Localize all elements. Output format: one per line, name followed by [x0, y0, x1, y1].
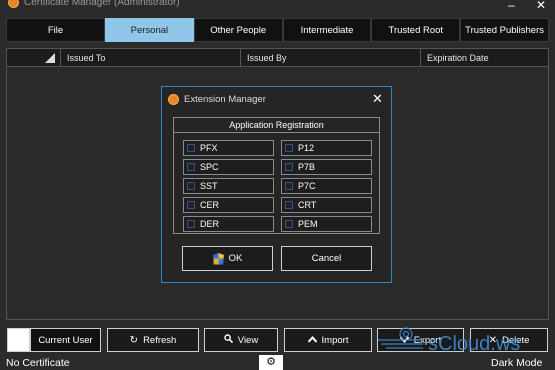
application-registration-group: Application Registration PFX P12 SPC P7B… — [173, 117, 380, 234]
store-tabs: File Personal Other People Intermediate … — [6, 18, 549, 42]
window-title: Certificate Manager (Administrator) — [24, 0, 180, 8]
extension-p12-checkbox[interactable]: P12 — [281, 140, 372, 156]
extension-cer-checkbox[interactable]: CER — [183, 197, 274, 213]
view-label: View — [237, 334, 259, 346]
ok-button[interactable]: OK — [182, 246, 273, 271]
certificate-icon — [168, 94, 179, 105]
ok-label: OK — [228, 253, 243, 264]
extension-label: PEM — [298, 219, 318, 229]
watermark-text: sCloud.ws — [428, 333, 520, 355]
app-icon — [8, 0, 19, 8]
select-all-column[interactable] — [7, 49, 61, 66]
extension-spc-checkbox[interactable]: SPC — [183, 159, 274, 175]
checkbox[interactable] — [285, 220, 293, 228]
tab-file[interactable]: File — [6, 18, 105, 42]
uac-shield-icon — [212, 252, 224, 265]
extension-label: CER — [200, 200, 220, 210]
refresh-label: Refresh — [143, 334, 177, 346]
checkbox[interactable] — [187, 201, 195, 209]
extension-label: PFX — [200, 143, 218, 153]
extension-label: P7B — [298, 162, 316, 172]
extension-p7b-checkbox[interactable]: P7B — [281, 159, 372, 175]
extension-manager-dialog: Extension Manager ✕ Application Registra… — [161, 86, 392, 283]
checkbox[interactable] — [285, 163, 293, 171]
search-icon — [224, 334, 233, 346]
gear-icon: ⚙ — [266, 356, 276, 368]
grid-header: Issued To Issued By Expiration Date — [7, 49, 548, 67]
current-user-button[interactable]: Current User — [30, 328, 101, 352]
checkbox[interactable] — [187, 144, 195, 152]
extension-crt-checkbox[interactable]: CRT — [281, 197, 372, 213]
extension-sst-checkbox[interactable]: SST — [183, 178, 274, 194]
tab-trusted-root[interactable]: Trusted Root — [371, 18, 461, 42]
title-bar: Certificate Manager (Administrator) – ✕ — [0, 0, 555, 16]
sort-corner-icon — [45, 52, 55, 63]
extension-label: DER — [200, 219, 220, 229]
refresh-button[interactable]: ↻ Refresh — [107, 328, 199, 352]
extension-p7c-checkbox[interactable]: P7C — [281, 178, 372, 194]
checkbox[interactable] — [187, 182, 195, 190]
tab-intermediate[interactable]: Intermediate — [282, 18, 372, 42]
view-button[interactable]: View — [204, 328, 278, 352]
chevron-up-icon — [307, 335, 317, 346]
column-issued-to[interactable]: Issued To — [61, 49, 241, 66]
checkbox[interactable] — [285, 144, 293, 152]
extension-der-checkbox[interactable]: DER — [183, 216, 274, 232]
extension-label: SST — [200, 181, 218, 191]
tab-trusted-publishers[interactable]: Trusted Publishers — [460, 18, 549, 42]
dialog-title: Extension Manager — [184, 94, 266, 105]
dialog-close-button[interactable]: ✕ — [372, 92, 383, 105]
group-title: Application Registration — [174, 118, 379, 133]
extension-pfx-checkbox[interactable]: PFX — [183, 140, 274, 156]
extension-label: CRT — [298, 200, 317, 210]
import-button[interactable]: Import — [284, 328, 372, 352]
import-label: Import — [321, 334, 349, 346]
checkbox[interactable] — [187, 163, 195, 171]
status-certificate: No Certificate — [6, 357, 70, 369]
settings-button[interactable]: ⚙ — [259, 355, 283, 370]
extension-label: SPC — [200, 162, 219, 172]
extension-label: P12 — [298, 143, 315, 153]
checkbox[interactable] — [285, 182, 293, 190]
checkbox[interactable] — [285, 201, 293, 209]
status-theme: Dark Mode — [491, 357, 543, 369]
store-location-toggle[interactable] — [7, 328, 30, 352]
column-issued-by[interactable]: Issued By — [241, 49, 421, 66]
close-button[interactable]: ✕ — [536, 0, 546, 12]
tab-personal[interactable]: Personal — [105, 18, 194, 42]
extension-label: P7C — [298, 181, 316, 191]
cancel-button[interactable]: Cancel — [281, 246, 372, 271]
watermark-logo: sCloud.ws — [378, 327, 520, 355]
tab-other-people[interactable]: Other People — [193, 18, 283, 42]
extension-pem-checkbox[interactable]: PEM — [281, 216, 372, 232]
refresh-icon: ↻ — [129, 334, 139, 346]
column-expiration-date[interactable]: Expiration Date — [421, 49, 548, 66]
checkbox[interactable] — [187, 220, 195, 228]
minimize-button[interactable]: – — [508, 0, 515, 12]
